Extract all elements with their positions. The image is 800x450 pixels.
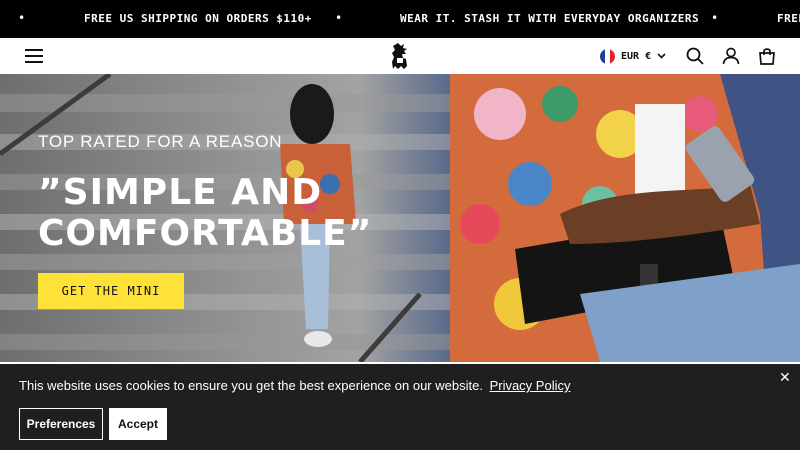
announcement-bullet: •	[335, 11, 343, 25]
announcement-message: FREE US SHIPPING ON ORDERS $110+	[84, 12, 312, 25]
cookie-banner: This website uses cookies to ensure you …	[0, 362, 800, 450]
accept-button[interactable]: Accept	[109, 408, 167, 440]
get-the-mini-button[interactable]: GET THE MINI	[38, 273, 184, 309]
preferences-button[interactable]: Preferences	[19, 408, 103, 440]
cookie-message: This website uses cookies to ensure you …	[19, 378, 570, 393]
hero-headline: ”SIMPLE AND COMFORTABLE”	[38, 172, 372, 254]
currency-selector[interactable]: EUR €	[600, 47, 666, 65]
hamburger-menu-icon[interactable]	[25, 49, 43, 63]
hero-headline-line: COMFORTABLE”	[38, 213, 373, 254]
hero-banner: TOP RATED FOR A REASON ”SIMPLE AND COMFO…	[0, 74, 800, 362]
announcement-bullet: •	[711, 11, 719, 25]
france-flag-icon	[600, 48, 615, 64]
hero-headline-line: ”SIMPLE AND	[38, 172, 323, 213]
chevron-down-icon	[657, 51, 666, 62]
currency-label: EUR €	[621, 50, 652, 62]
hero-eyebrow: TOP RATED FOR A REASON	[38, 132, 283, 151]
announcement-bar: • FREE US SHIPPING ON ORDERS $110+ • WEA…	[0, 0, 800, 38]
close-icon[interactable]: ✕	[779, 370, 791, 386]
cookie-text: This website uses cookies to ensure you …	[19, 378, 483, 393]
announcement-message: WEAR IT. STASH IT WITH EVERYDAY ORGANIZE…	[400, 12, 700, 25]
cart-icon[interactable]	[757, 46, 777, 66]
announcement-message: FREE	[777, 12, 800, 25]
privacy-policy-link[interactable]: Privacy Policy	[490, 378, 571, 393]
site-header: EUR €	[0, 38, 800, 74]
search-icon[interactable]	[685, 46, 705, 66]
chrome-griffin-logo[interactable]	[389, 42, 411, 70]
announcement-bullet: •	[18, 11, 26, 25]
account-icon[interactable]	[721, 46, 741, 66]
